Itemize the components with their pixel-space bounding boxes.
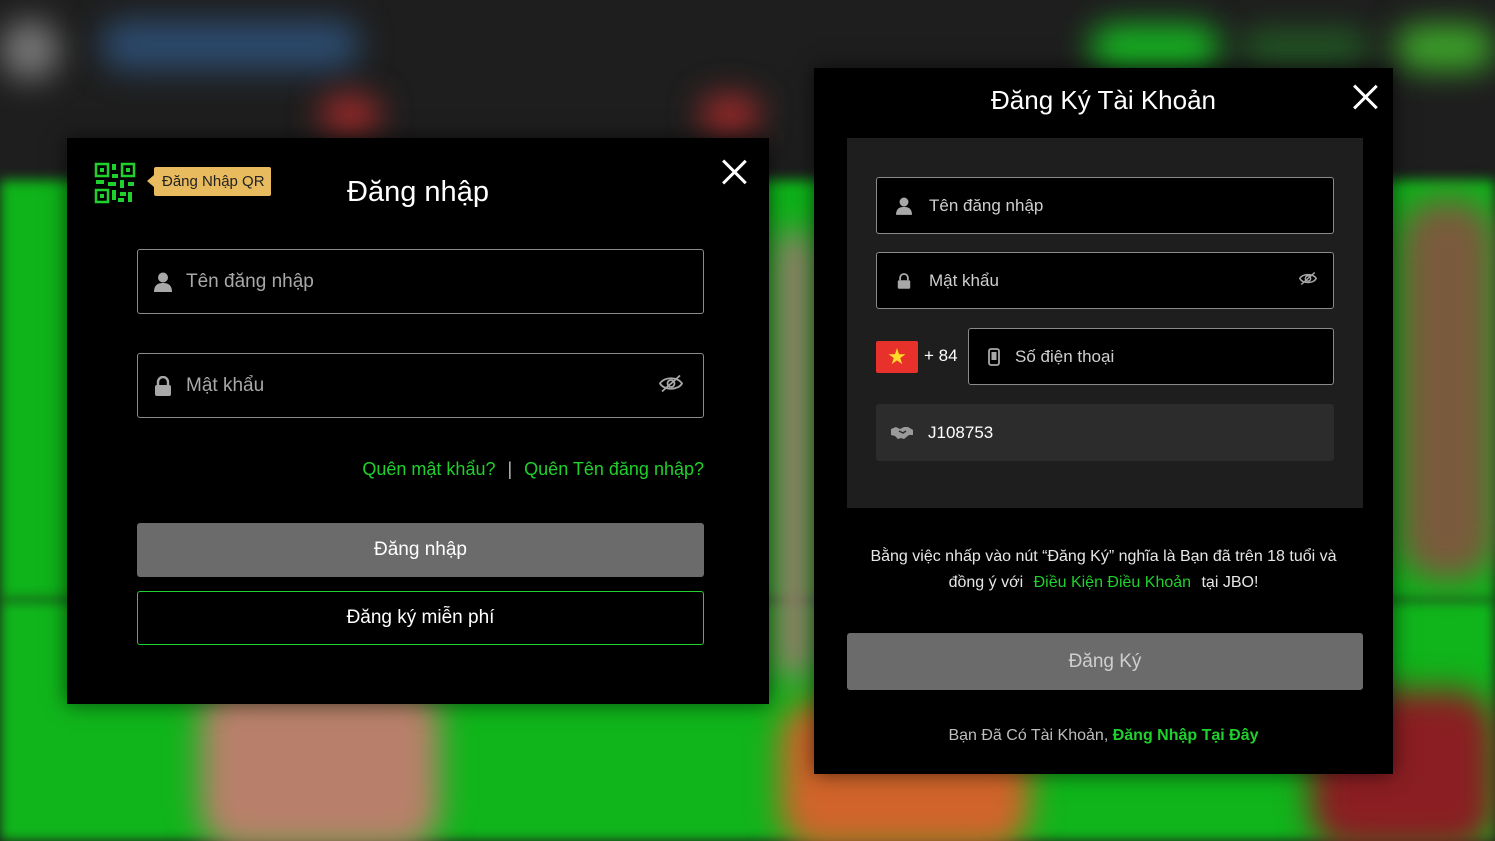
password-placeholder: Mật khẩu xyxy=(929,270,999,290)
user-icon xyxy=(152,272,174,292)
background-blob xyxy=(1090,25,1220,70)
background-blob xyxy=(0,20,60,80)
terms-line-2: đồng ý với Điều Kiện Điều Khoản tại JBO! xyxy=(814,570,1393,596)
phone-input[interactable]: Số điện thoại xyxy=(968,328,1334,385)
handshake-icon xyxy=(890,425,914,441)
password-input[interactable]: Mật khẩu xyxy=(137,353,704,418)
forgot-links: Quên mật khẩu? | Quên Tên đăng nhập? xyxy=(362,459,704,480)
username-placeholder: Tên đăng nhập xyxy=(186,270,314,292)
have-account-text: Bạn Đã Có Tài Khoản, xyxy=(948,727,1109,744)
mobile-phone-icon xyxy=(987,347,1001,366)
terms-link[interactable]: Điều Kiện Điều Khoản xyxy=(1034,574,1191,591)
register-form-panel: Tên đăng nhập Mật khẩu ★ + 84 Số điện th… xyxy=(847,138,1363,508)
login-modal: Đăng Nhập QR Đăng nhập Tên đăng nhập Mật… xyxy=(67,138,769,704)
login-here-link[interactable]: Đăng Nhập Tại Đây xyxy=(1113,727,1259,744)
terms-notice: Bằng việc nhấp vào nút “Đăng Ký” nghĩa l… xyxy=(814,544,1393,596)
lock-icon xyxy=(893,272,915,289)
terms-suffix: tại JBO! xyxy=(1201,574,1259,591)
close-icon[interactable] xyxy=(1352,84,1378,110)
username-input[interactable]: Tên đăng nhập xyxy=(876,177,1334,234)
referral-code-value: J108753 xyxy=(928,422,994,442)
link-separator: | xyxy=(507,459,513,479)
login-button[interactable]: Đăng nhập xyxy=(137,523,704,577)
password-input[interactable]: Mật khẩu xyxy=(876,252,1334,309)
country-code[interactable]: + 84 xyxy=(924,346,958,366)
forgot-username-link[interactable]: Quên Tên đăng nhập? xyxy=(524,459,704,480)
terms-prefix: đồng ý với xyxy=(948,574,1024,591)
background-blob xyxy=(100,20,360,70)
user-icon xyxy=(893,197,915,215)
close-icon[interactable] xyxy=(721,159,747,185)
background-blob xyxy=(200,680,440,841)
register-title: Đăng Ký Tài Khoản xyxy=(991,85,1216,115)
terms-line-1: Bằng việc nhấp vào nút “Đăng Ký” nghĩa l… xyxy=(870,548,1337,565)
background-blob xyxy=(775,230,815,680)
referral-code-field: J108753 xyxy=(876,404,1334,461)
login-title: Đăng nhập xyxy=(347,176,489,208)
forgot-password-link[interactable]: Quên mật khẩu? xyxy=(362,459,495,480)
eye-slash-icon[interactable] xyxy=(1298,270,1318,291)
phone-placeholder: Số điện thoại xyxy=(1015,346,1115,366)
background-blob xyxy=(1240,30,1370,65)
vietnam-flag-icon[interactable]: ★ xyxy=(876,341,918,373)
username-placeholder: Tên đăng nhập xyxy=(929,195,1044,215)
background-blob xyxy=(320,95,380,135)
have-account-row: Bạn Đã Có Tài Khoản, Đăng Nhập Tại Đây xyxy=(814,727,1393,745)
background-blob xyxy=(1400,200,1495,580)
username-input[interactable]: Tên đăng nhập xyxy=(137,249,704,314)
register-button[interactable]: Đăng Ký xyxy=(847,633,1363,690)
background-blob xyxy=(1395,25,1495,70)
background-blob xyxy=(700,95,760,135)
password-placeholder: Mật khẩu xyxy=(186,374,265,396)
eye-slash-icon[interactable] xyxy=(658,373,684,398)
lock-icon xyxy=(152,375,174,396)
register-modal: Đăng Ký Tài Khoản Tên đăng nhập Mật khẩu… xyxy=(814,68,1393,774)
register-free-button[interactable]: Đăng ký miễn phí xyxy=(137,591,704,645)
